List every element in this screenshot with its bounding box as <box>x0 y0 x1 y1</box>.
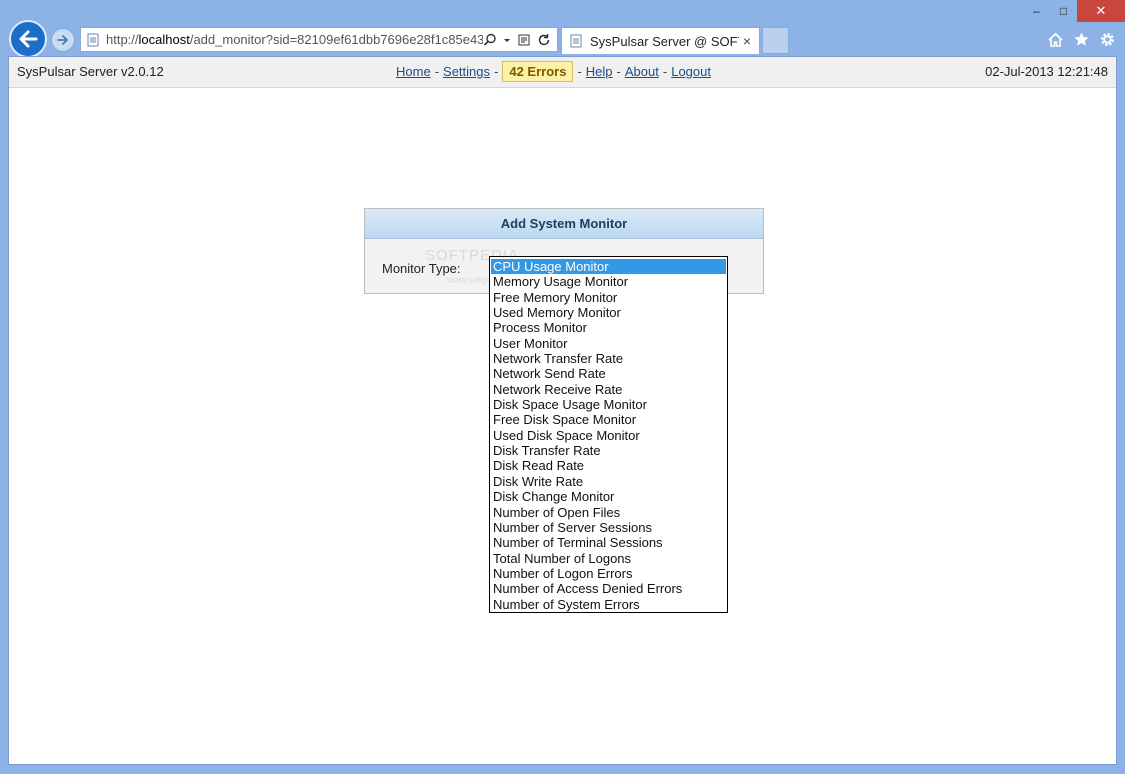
monitor-type-option[interactable]: Network Transfer Rate <box>491 351 726 366</box>
nav-separator: - <box>662 64 668 79</box>
home-icon[interactable] <box>1046 30 1064 48</box>
server-datetime: 02-Jul-2013 12:21:48 <box>985 64 1108 79</box>
new-tab-button[interactable] <box>762 27 789 54</box>
monitor-type-option[interactable]: Number of Access Denied Errors <box>491 581 726 596</box>
url-path: /add_monitor?sid=82109ef61dbb7696e28f1c8… <box>189 32 483 47</box>
back-button[interactable] <box>9 20 47 58</box>
url-protocol: http:// <box>106 32 139 47</box>
monitor-type-option[interactable]: User Monitor <box>491 336 726 351</box>
page-icon <box>86 33 102 47</box>
compatibility-view-icon[interactable] <box>517 33 531 47</box>
app-name: SysPulsar Server v2.0.12 <box>17 64 164 79</box>
monitor-type-dropdown-list[interactable]: CPU Usage Monitor Memory Usage Monitor Fre… <box>489 256 728 613</box>
monitor-type-option[interactable]: Number of Server Sessions <box>491 520 726 535</box>
url-text[interactable]: http://localhost/add_monitor?sid=82109ef… <box>106 32 483 47</box>
monitor-type-option[interactable]: Number of Terminal Sessions <box>491 535 726 550</box>
nav-logout-link[interactable]: Logout <box>671 64 711 79</box>
monitor-type-option[interactable]: Disk Change Monitor <box>491 489 726 504</box>
tab-page-icon <box>569 34 585 48</box>
minimize-button[interactable]: – <box>1023 0 1050 22</box>
forward-button[interactable] <box>51 28 75 52</box>
nav-separator: - <box>494 64 499 79</box>
app-header: SysPulsar Server v2.0.12 Home - Settings… <box>9 57 1116 88</box>
favorites-star-icon[interactable] <box>1072 30 1090 48</box>
browser-tab[interactable]: SysPulsar Server @ SOFTPE... × <box>561 27 760 54</box>
dropdown-arrow-icon[interactable] <box>503 33 511 47</box>
refresh-icon[interactable] <box>537 33 551 47</box>
monitor-type-option[interactable]: Free Memory Monitor <box>491 290 726 305</box>
tab-title: SysPulsar Server @ SOFTPE... <box>590 33 739 49</box>
nav-separator: - <box>577 64 582 79</box>
monitor-type-option[interactable]: Process Monitor <box>491 320 726 335</box>
monitor-type-label: Monitor Type: <box>382 261 461 276</box>
nav-separator: - <box>616 64 621 79</box>
page-viewport: SysPulsar Server v2.0.12 Home - Settings… <box>8 56 1117 765</box>
monitor-type-option[interactable]: Network Send Rate <box>491 366 726 381</box>
address-bar[interactable]: http://localhost/add_monitor?sid=82109ef… <box>80 27 558 52</box>
nav-about-link[interactable]: About <box>625 64 659 79</box>
monitor-type-option[interactable]: Number of Open Files <box>491 505 726 520</box>
nav-settings-link[interactable]: Settings <box>443 64 490 79</box>
main-nav: Home - Settings - 42 Errors - Help - Abo… <box>396 61 711 82</box>
monitor-type-option[interactable]: Used Disk Space Monitor <box>491 428 726 443</box>
monitor-type-option[interactable]: Number of Logon Errors <box>491 566 726 581</box>
monitor-type-option[interactable]: Memory Usage Monitor <box>491 274 726 289</box>
browser-window: – □ ✕ http://localhost/add_monitor?sid=8… <box>0 0 1125 774</box>
window-controls: – □ ✕ <box>1023 0 1125 24</box>
monitor-type-option[interactable]: Disk Transfer Rate <box>491 443 726 458</box>
url-host: localhost <box>138 32 190 47</box>
monitor-type-option[interactable]: CPU Usage Monitor <box>491 259 726 275</box>
settings-gear-icon[interactable] <box>1098 30 1116 48</box>
nav-help-link[interactable]: Help <box>586 64 613 79</box>
monitor-type-option[interactable]: Total Number of Logons <box>491 551 726 566</box>
monitor-type-option[interactable]: Network Receive Rate <box>491 382 726 397</box>
nav-home-link[interactable]: Home <box>396 64 431 79</box>
monitor-type-option[interactable]: Disk Read Rate <box>491 458 726 473</box>
browser-toolbar-icons <box>1046 30 1116 48</box>
monitor-type-option[interactable]: Disk Write Rate <box>491 474 726 489</box>
tab-close-icon[interactable]: × <box>739 33 755 49</box>
maximize-button[interactable]: □ <box>1050 0 1077 22</box>
nav-separator: - <box>434 64 440 79</box>
monitor-type-option[interactable]: Used Memory Monitor <box>491 305 726 320</box>
monitor-type-option[interactable]: Disk Space Usage Monitor <box>491 397 726 412</box>
forward-arrow-icon <box>57 35 68 45</box>
address-tools <box>483 33 557 47</box>
window-close-button[interactable]: ✕ <box>1077 0 1125 22</box>
search-icon[interactable] <box>483 33 497 47</box>
monitor-type-option[interactable]: Free Disk Space Monitor <box>491 412 726 427</box>
panel-title: Add System Monitor <box>365 209 763 239</box>
errors-badge[interactable]: 42 Errors <box>502 61 574 82</box>
monitor-type-option[interactable]: Number of System Errors <box>491 597 726 612</box>
back-arrow-icon <box>19 30 38 48</box>
